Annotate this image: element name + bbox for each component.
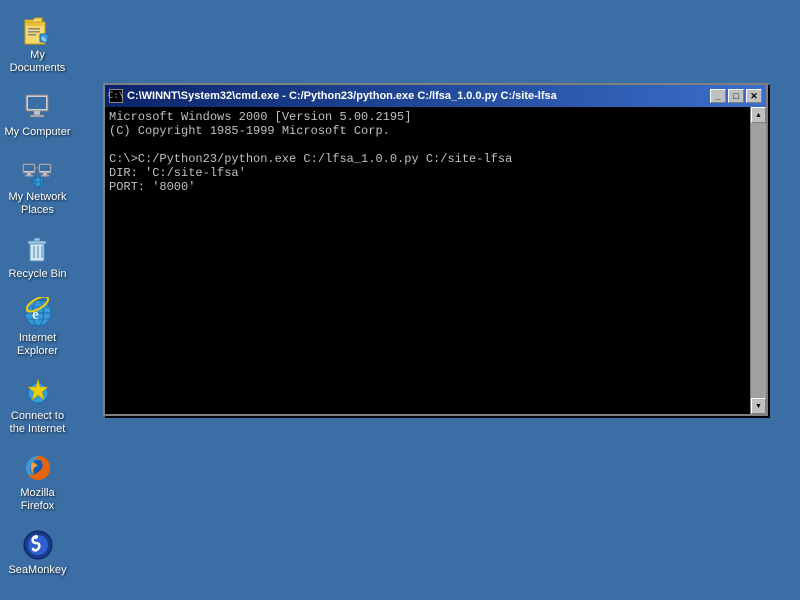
- seamonkey-img: [22, 529, 54, 561]
- mozilla-firefox-label: Mozilla Firefox: [4, 487, 71, 513]
- my-documents-icon[interactable]: ✎ My Documents: [0, 10, 75, 79]
- my-computer-label: My Computer: [4, 126, 70, 139]
- scroll-up-button[interactable]: ▲: [751, 107, 766, 123]
- minimize-button[interactable]: _: [710, 89, 726, 103]
- svg-text:✎: ✎: [41, 37, 47, 44]
- connect-internet-img: [22, 375, 54, 407]
- recycle-bin-img: [22, 233, 54, 265]
- cmd-content-area: Microsoft Windows 2000 [Version 5.00.219…: [105, 107, 750, 414]
- my-computer-icon[interactable]: My Computer: [0, 87, 75, 143]
- seamonkey-label: SeaMonkey: [8, 564, 66, 577]
- desktop: ✎ My Documents My Computer: [0, 0, 800, 600]
- my-computer-img: [22, 91, 54, 123]
- cmd-scrollbar[interactable]: ▲ ▼: [750, 107, 766, 414]
- connect-internet-label: Connect to the Internet: [4, 410, 71, 436]
- recycle-bin-icon[interactable]: Recycle Bin: [0, 229, 75, 285]
- my-documents-label: My Documents: [4, 49, 71, 75]
- my-network-places-icon[interactable]: My Network Places: [0, 152, 75, 221]
- scroll-down-button[interactable]: ▼: [751, 398, 766, 414]
- cmd-controls: _ □ ✕: [710, 89, 762, 103]
- cmd-title-text: C:\WINNT\System32\cmd.exe - C:/Python23/…: [127, 90, 557, 102]
- my-documents-img: ✎: [22, 14, 54, 46]
- internet-explorer-label: Internet Explorer: [4, 332, 71, 358]
- close-button[interactable]: ✕: [746, 89, 762, 103]
- cmd-app-icon: C:\: [109, 89, 123, 103]
- mozilla-firefox-img: [22, 452, 54, 484]
- seamonkey-icon[interactable]: SeaMonkey: [0, 525, 75, 581]
- cmd-titlebar[interactable]: C:\ C:\WINNT\System32\cmd.exe - C:/Pytho…: [105, 85, 766, 107]
- my-network-places-label: My Network Places: [4, 191, 71, 217]
- cmd-body: Microsoft Windows 2000 [Version 5.00.219…: [105, 107, 766, 414]
- mozilla-firefox-icon[interactable]: Mozilla Firefox: [0, 448, 75, 517]
- cmd-window: C:\ C:\WINNT\System32\cmd.exe - C:/Pytho…: [103, 83, 768, 416]
- desktop-icons: ✎ My Documents My Computer: [0, 0, 80, 589]
- internet-explorer-icon[interactable]: e Internet Explorer: [0, 293, 75, 362]
- scrollbar-track: [751, 123, 766, 398]
- my-network-places-img: [22, 156, 54, 188]
- maximize-button[interactable]: □: [728, 89, 744, 103]
- connect-internet-icon[interactable]: Connect to the Internet: [0, 371, 75, 440]
- internet-explorer-img: e: [22, 297, 54, 329]
- recycle-bin-label: Recycle Bin: [8, 268, 66, 281]
- cmd-title-left: C:\ C:\WINNT\System32\cmd.exe - C:/Pytho…: [109, 89, 557, 103]
